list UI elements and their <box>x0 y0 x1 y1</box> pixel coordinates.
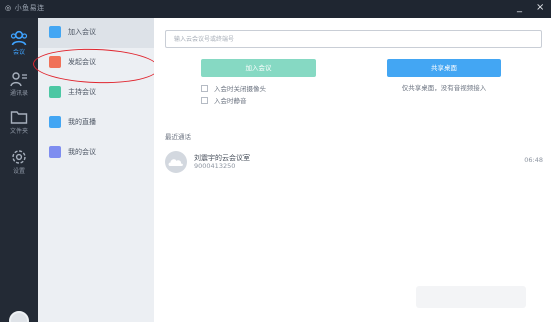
option-label: 入会时关闭摄像头 <box>214 85 266 93</box>
meeting-number-input[interactable] <box>165 30 542 48</box>
call-time: 06:48 <box>524 156 543 164</box>
menu-item-my-meetings[interactable]: 我的会议 <box>38 138 154 168</box>
cloud-room-icon <box>165 151 187 173</box>
join-meeting-icon <box>49 26 61 38</box>
user-avatar[interactable] <box>9 311 29 322</box>
recent-calls-title: 最近通话 <box>165 133 191 141</box>
nav-rail: 会议 通讯录 文件夹 设置 <box>0 18 38 322</box>
rail-item-contacts[interactable]: 通讯录 <box>0 71 38 97</box>
menu-item-label: 主持会议 <box>68 88 96 96</box>
app-logo-icon: ◎ <box>5 4 12 12</box>
rail-label: 会议 <box>12 49 25 56</box>
minimize-button[interactable]: _ <box>517 2 522 14</box>
folder-icon <box>10 111 28 124</box>
main-panel: 加入会议 共享桌面 入会时关闭摄像头 入会时静音 仅共享桌面，没有音视频接入 最… <box>154 18 551 322</box>
share-desktop-button[interactable]: 共享桌面 <box>387 59 501 77</box>
host-meeting-icon <box>49 86 61 98</box>
menu-item-label: 加入会议 <box>68 28 96 36</box>
menu-item-join-meeting[interactable]: 加入会议 <box>38 18 154 48</box>
menu-item-label: 我的直播 <box>68 118 96 126</box>
option-camera-off[interactable]: 入会时关闭摄像头 <box>201 83 266 93</box>
menu-item-host-meeting[interactable]: 主持会议 <box>38 78 154 108</box>
rail-item-folder[interactable]: 文件夹 <box>0 109 38 135</box>
app-title-text: 小鱼易连 <box>14 4 45 12</box>
rail-label: 文件夹 <box>9 128 28 135</box>
watermark-block <box>416 286 526 308</box>
rail-label: 设置 <box>12 168 25 175</box>
menu-item-my-live[interactable]: 我的直播 <box>38 108 154 138</box>
app-title: ◎ 小鱼易连 <box>5 3 45 13</box>
my-meeting-icon <box>49 146 61 158</box>
option-mute[interactable]: 入会时静音 <box>201 95 247 105</box>
recent-call-row[interactable]: 刘震宇的云会议室 9000413250 06:48 <box>165 150 543 178</box>
live-icon <box>49 116 61 128</box>
rail-item-settings[interactable]: 设置 <box>0 149 38 175</box>
rail-label: 通讯录 <box>9 90 28 97</box>
gear-icon <box>12 150 26 164</box>
menu-item-label: 我的会议 <box>68 148 96 156</box>
meeting-icon <box>10 30 28 46</box>
share-description: 仅共享桌面，没有音视频接入 <box>401 84 487 92</box>
menu-item-label: 发起会议 <box>68 58 96 66</box>
join-meeting-button[interactable]: 加入会议 <box>201 59 316 77</box>
meeting-menu: 加入会议 发起会议 主持会议 我的直播 我的会议 <box>38 18 154 322</box>
menu-item-start-meeting[interactable]: 发起会议 <box>38 48 154 78</box>
mute-checkbox[interactable] <box>201 97 208 104</box>
option-label: 入会时静音 <box>214 97 247 105</box>
rail-item-meeting[interactable]: 会议 <box>0 30 38 56</box>
start-meeting-icon <box>49 56 61 68</box>
close-button[interactable]: × <box>536 2 544 14</box>
camera-off-checkbox[interactable] <box>201 85 208 92</box>
contacts-icon <box>10 72 27 87</box>
call-number: 9000413250 <box>194 162 236 170</box>
title-bar: ◎ 小鱼易连 _ × <box>0 0 551 18</box>
